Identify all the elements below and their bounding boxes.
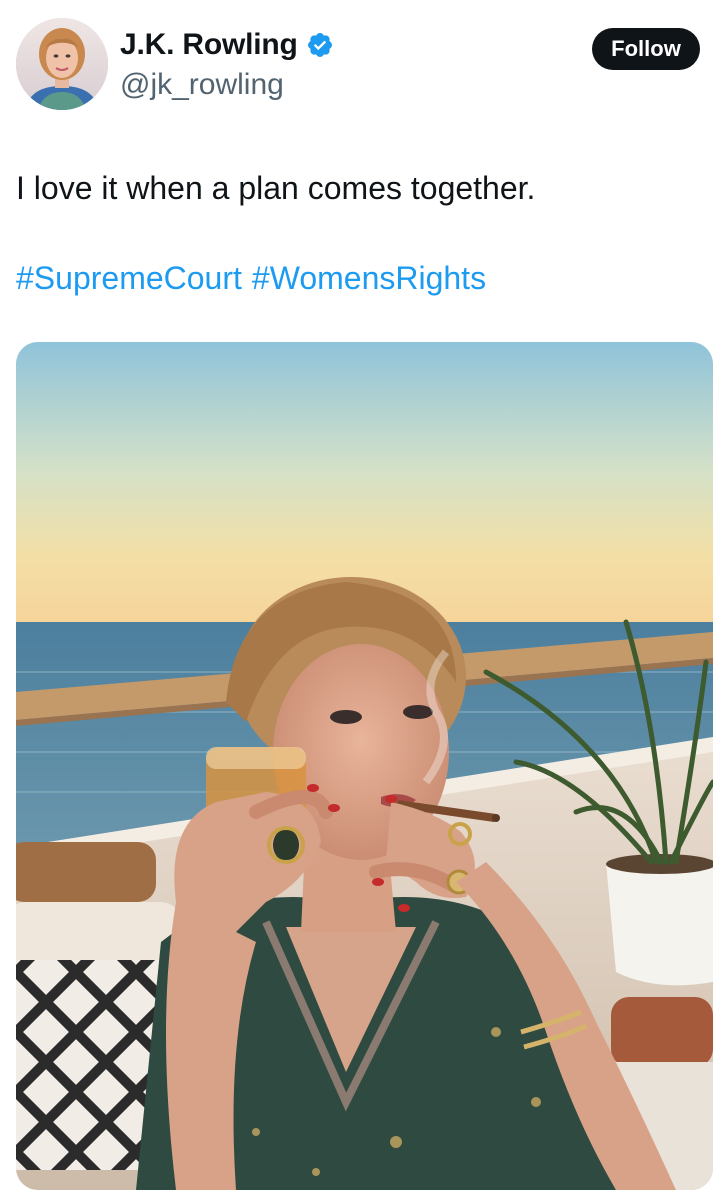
hashtag-supremecourt[interactable]: #SupremeCourt [16,258,242,298]
tweet-photo[interactable] [16,342,713,1190]
author-display-name[interactable]: J.K. Rowling [120,28,298,62]
avatar[interactable] [16,18,108,110]
verified-badge-icon [306,31,334,59]
photo-illustration [16,342,713,1190]
tweet-card: J.K. Rowling @jk_rowling Follow I love i… [0,0,728,1200]
hashtag-womensrights[interactable]: #WomensRights [252,258,486,298]
hashtag-row: #SupremeCourt #WomensRights [16,258,486,298]
avatar-image [16,18,108,110]
author-name-row: J.K. Rowling [120,28,334,62]
author-handle[interactable]: @jk_rowling [120,68,284,102]
tweet-text: I love it when a plan comes together. [16,170,536,206]
follow-button[interactable]: Follow [592,28,700,70]
